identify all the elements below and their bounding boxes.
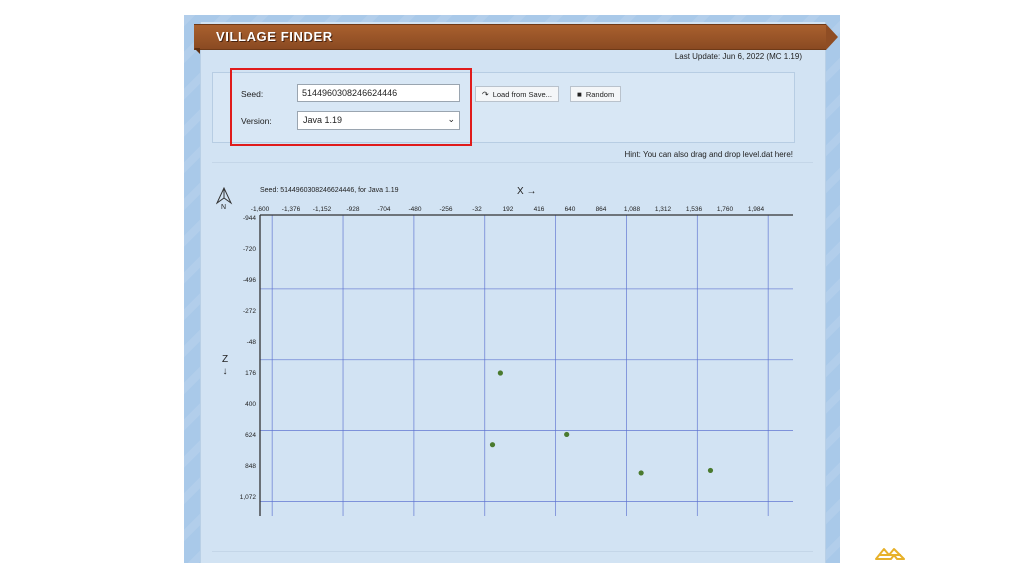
x-tick-label: 1,312 [655,206,672,213]
village-marker[interactable] [707,467,714,474]
village-map[interactable]: -1,600 -1,376 -1,152 -928 -704 -480 -256 -32 192… [0,0,1024,576]
x-tick-label: 640 [565,206,576,213]
z-tick-label: -48 [247,339,257,346]
z-tick-label: -944 [243,215,256,222]
z-tick-label: 848 [245,463,256,470]
x-tick-label: -928 [346,206,359,213]
x-tick-label: -1,600 [251,206,270,213]
x-tick-label: -1,376 [282,206,301,213]
x-tick-label: -704 [377,206,390,213]
x-tick-label: 1,088 [624,206,641,213]
x-tick-label: -256 [439,206,452,213]
z-tick-label: 1,072 [240,494,257,501]
z-tick-label: -720 [243,246,256,253]
z-tick-label: -496 [243,277,256,284]
x-tick-label: 1,984 [748,206,765,213]
village-marker[interactable] [564,431,570,438]
x-tick-label: -32 [472,206,482,213]
x-tick-label: -1,152 [313,206,332,213]
x-tick-label: 1,760 [717,206,734,213]
village-marker[interactable] [638,470,644,476]
z-tick-label: 400 [245,401,256,408]
z-tick-label: 176 [245,370,256,377]
x-tick-label: 416 [534,206,545,213]
x-tick-label: 864 [596,206,607,213]
z-tick-label: -272 [243,308,256,315]
village-marker[interactable] [489,442,496,448]
x-tick-label: -480 [408,206,421,213]
z-tick-label: 624 [245,432,256,439]
village-marker[interactable] [497,370,503,376]
watermark-logo-icon [875,548,905,560]
bottom-divider [212,551,813,552]
x-tick-label: 192 [503,206,514,213]
x-tick-label: 1,536 [686,206,703,213]
